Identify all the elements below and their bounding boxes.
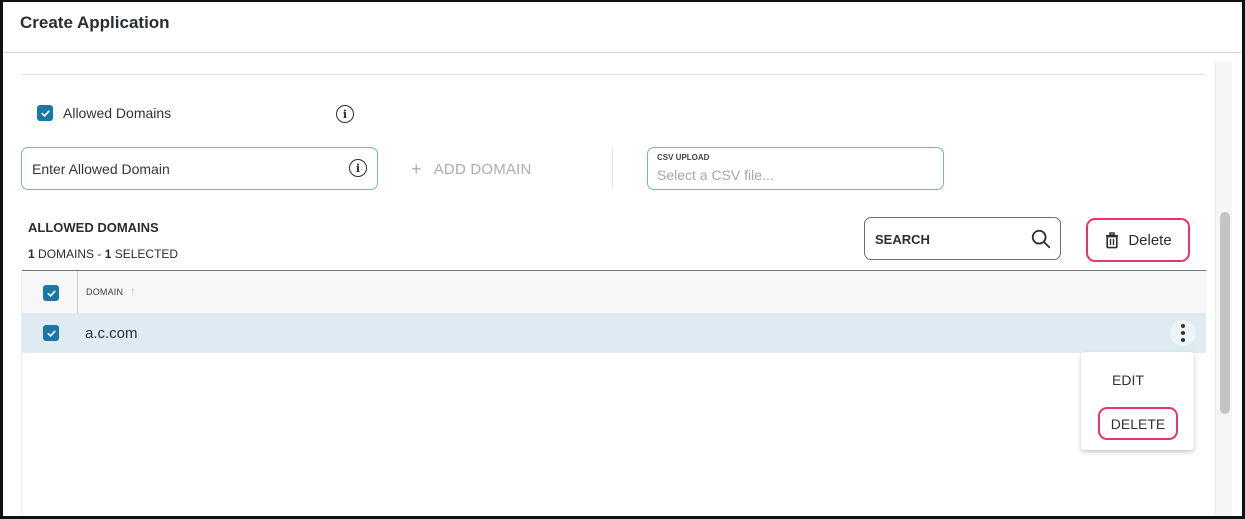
menu-item-delete[interactable]: DELETE bbox=[1098, 407, 1178, 440]
csv-upload-input[interactable]: CSV UPLOAD Select a CSV file... bbox=[647, 147, 944, 190]
allowed-domains-heading: ALLOWED DOMAINS bbox=[28, 220, 159, 235]
dialog-content: Allowed Domains i Enter Allowed Domain i… bbox=[3, 54, 1242, 516]
vertical-divider bbox=[612, 147, 613, 189]
dialog-header: Create Application bbox=[3, 2, 1242, 53]
csv-upload-placeholder: Select a CSV file... bbox=[657, 167, 774, 183]
section-divider bbox=[21, 74, 1205, 75]
allowed-domain-input[interactable]: Enter Allowed Domain i bbox=[21, 147, 378, 190]
allowed-domain-placeholder: Enter Allowed Domain bbox=[32, 161, 170, 177]
check-icon bbox=[40, 109, 50, 117]
menu-item-edit[interactable]: EDIT bbox=[1081, 372, 1194, 388]
selected-suffix: SELECTED bbox=[111, 247, 179, 261]
arrow-up-icon[interactable]: ↑ bbox=[130, 284, 136, 298]
scrollbar-thumb[interactable] bbox=[1220, 212, 1230, 414]
plus-icon: + bbox=[411, 159, 422, 179]
table-row[interactable]: a.c.com bbox=[22, 313, 1206, 353]
trash-icon bbox=[1106, 231, 1119, 248]
add-domain-label: ADD DOMAIN bbox=[433, 161, 532, 178]
domains-table: DOMAIN ↑ a.c.com bbox=[21, 270, 1206, 516]
row-actions-menu: EDIT DELETE bbox=[1081, 352, 1194, 450]
column-separator bbox=[77, 271, 78, 314]
domain-count: 1 bbox=[28, 247, 35, 261]
domain-count-suffix: DOMAINS - bbox=[34, 247, 105, 261]
search-input[interactable]: SEARCH bbox=[864, 217, 1061, 260]
check-icon bbox=[46, 289, 56, 297]
info-icon[interactable]: i bbox=[336, 105, 354, 123]
select-all-checkbox[interactable] bbox=[43, 285, 59, 301]
domain-cell: a.c.com bbox=[85, 325, 138, 342]
row-checkbox[interactable] bbox=[43, 325, 59, 341]
add-domain-button[interactable]: + ADD DOMAIN bbox=[411, 158, 532, 179]
column-header-domain[interactable]: DOMAIN bbox=[86, 287, 123, 297]
allowed-domains-label: Allowed Domains bbox=[63, 105, 172, 121]
allowed-domains-checkbox[interactable] bbox=[37, 105, 53, 121]
csv-upload-label: CSV UPLOAD bbox=[657, 153, 710, 162]
page-title: Create Application bbox=[20, 13, 170, 32]
check-icon bbox=[46, 329, 56, 337]
search-label: SEARCH bbox=[875, 232, 930, 247]
search-icon[interactable] bbox=[1030, 228, 1052, 250]
domain-count-summary: 1 DOMAINS - 1 SELECTED bbox=[28, 247, 178, 261]
kebab-menu-icon[interactable] bbox=[1170, 320, 1196, 346]
delete-button[interactable]: Delete bbox=[1086, 218, 1190, 262]
table-header: DOMAIN ↑ bbox=[22, 270, 1206, 314]
info-icon[interactable]: i bbox=[349, 159, 367, 177]
delete-button-label: Delete bbox=[1128, 231, 1172, 249]
